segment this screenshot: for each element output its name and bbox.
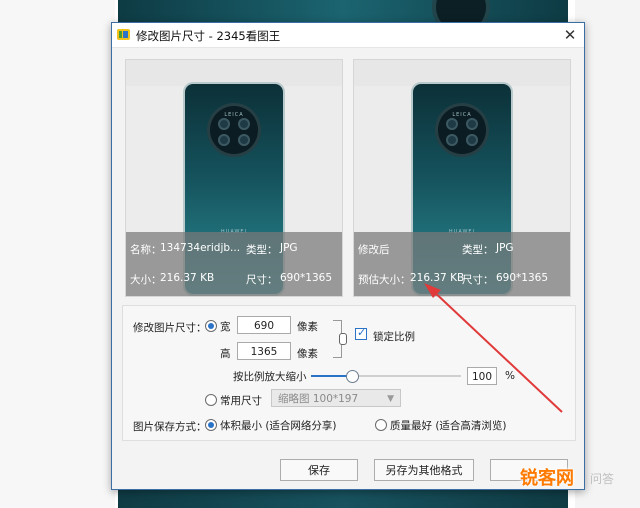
watermark-extra: 问答: [590, 472, 615, 486]
arrow-line: [429, 287, 563, 413]
annotation-arrow: [424, 283, 563, 413]
watermark-brand: 锐客网: [520, 468, 574, 489]
